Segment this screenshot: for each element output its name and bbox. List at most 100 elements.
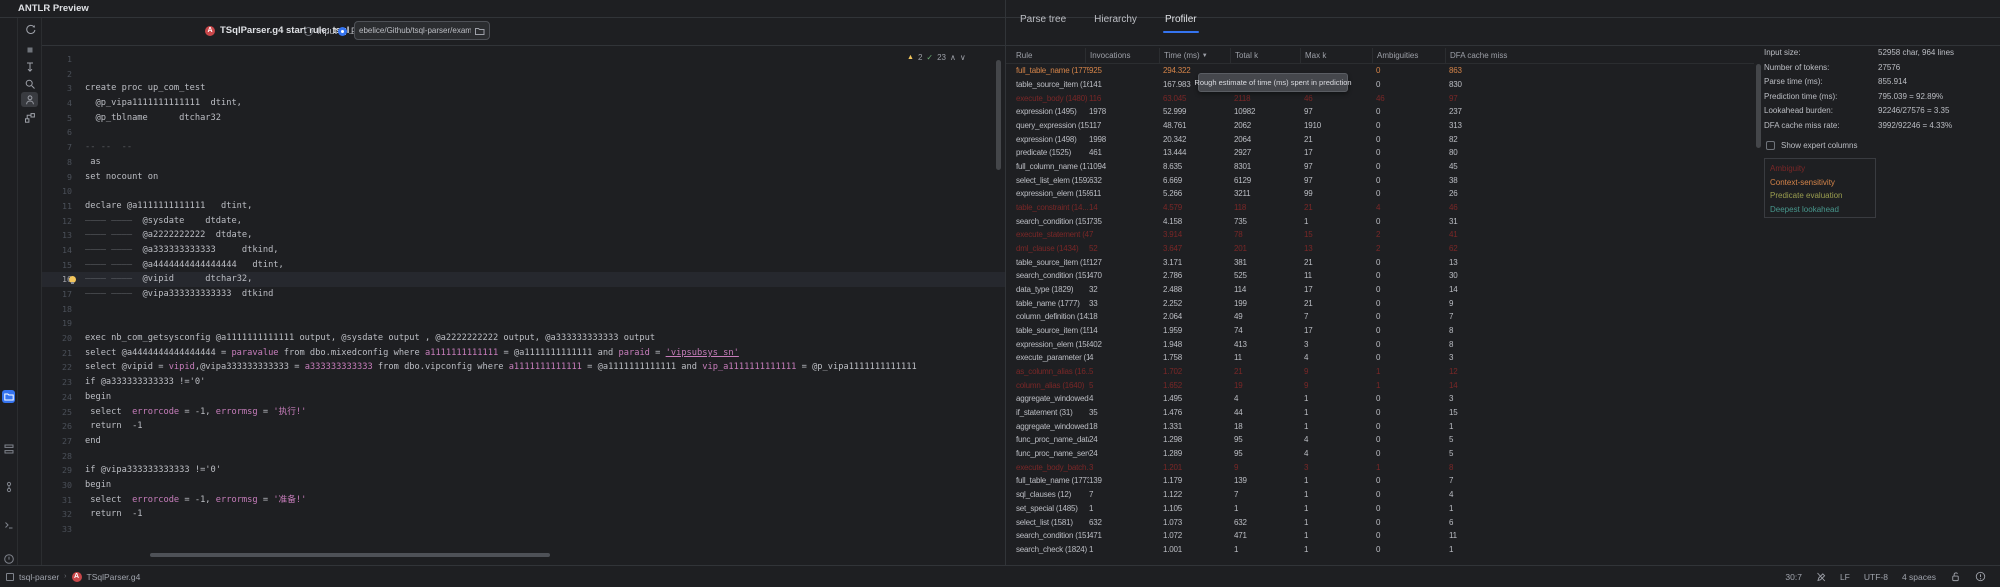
line-ending-selector[interactable]: LF bbox=[1840, 572, 1850, 582]
table-row[interactable]: expression (1498)199820.342206421082 bbox=[1006, 132, 1754, 146]
encoding-selector[interactable]: UTF-8 bbox=[1864, 572, 1888, 582]
next-issue-chevron-icon[interactable]: ∨ bbox=[960, 53, 966, 62]
editor-line[interactable]: 25 select errorcode = -1, errormsg = '执行… bbox=[42, 405, 1005, 420]
editor-line[interactable]: 1 bbox=[42, 52, 1005, 67]
editor-line[interactable]: 16———— ———— @vipid dtchar32, bbox=[42, 272, 1005, 287]
editor-line[interactable]: 8 as bbox=[42, 155, 1005, 170]
editor-vertical-scrollbar[interactable] bbox=[996, 60, 1001, 170]
table-row[interactable]: execute_body (1480)11663.0452118464697 bbox=[1006, 91, 1754, 105]
editor-line[interactable]: 18 bbox=[42, 302, 1005, 317]
editor-line[interactable]: 33 bbox=[42, 522, 1005, 537]
editor-line[interactable]: 10 bbox=[42, 184, 1005, 199]
table-row[interactable]: query_expression (1527)11748.76120621910… bbox=[1006, 119, 1754, 133]
radio-selected-icon[interactable] bbox=[338, 27, 347, 36]
terminal-icon[interactable] bbox=[2, 518, 15, 531]
table-row[interactable]: set_special (1485)11.1051101 bbox=[1006, 502, 1754, 516]
table-row[interactable]: if_statement (31)351.476441015 bbox=[1006, 406, 1754, 420]
table-row[interactable]: predicate (1525)46113.444292717080 bbox=[1006, 146, 1754, 160]
refresh-icon[interactable] bbox=[21, 22, 38, 37]
profiler-table-header[interactable]: RuleInvocationsTime (ms)▼Total kMax kAmb… bbox=[1006, 48, 1754, 64]
expert-columns-checkbox[interactable] bbox=[1766, 141, 1775, 150]
editor-line[interactable]: 19 bbox=[42, 316, 1005, 331]
stop-icon[interactable] bbox=[21, 42, 38, 57]
table-row[interactable]: sql_clauses (12)71.1227104 bbox=[1006, 488, 1754, 502]
project-icon[interactable] bbox=[2, 390, 15, 403]
editor-line[interactable]: 12———— ———— @sysdate dtdate, bbox=[42, 214, 1005, 229]
indent-selector[interactable]: 4 spaces bbox=[1902, 572, 1936, 582]
readonly-pen-icon[interactable] bbox=[1816, 572, 1826, 582]
editor-line[interactable]: 5 @p_tblname dtchar32 bbox=[42, 111, 1005, 126]
column-header[interactable]: Max k bbox=[1300, 48, 1376, 63]
table-vertical-scrollbar[interactable] bbox=[1756, 64, 1761, 148]
editor-line[interactable]: 28 bbox=[42, 449, 1005, 464]
preview-editor[interactable]: 123create proc up_com_test4 @p_vipa11111… bbox=[42, 46, 1005, 565]
column-header[interactable]: Time (ms)▼ bbox=[1159, 48, 1234, 63]
profiler-icon[interactable] bbox=[21, 92, 38, 107]
table-row[interactable]: column_definition (1421)182.06449707 bbox=[1006, 310, 1754, 324]
scroll-to-source-icon[interactable] bbox=[21, 59, 38, 74]
caret-position[interactable]: 30:7 bbox=[1785, 572, 1802, 582]
table-row[interactable]: search_condition (1519)7354.1587351031 bbox=[1006, 214, 1754, 228]
table-row[interactable]: as_column_alias (16...51.702219112 bbox=[1006, 365, 1754, 379]
table-row[interactable]: search_condition (1516)4711.0724711011 bbox=[1006, 529, 1754, 543]
table-row[interactable]: func_proc_name_data...241.29895405 bbox=[1006, 433, 1754, 447]
radio-circle-icon[interactable] bbox=[304, 27, 313, 36]
search-icon[interactable] bbox=[21, 76, 38, 91]
input-radio-label[interactable]: Input bbox=[317, 26, 337, 36]
table-row[interactable]: data_type (1829)322.48811417014 bbox=[1006, 283, 1754, 297]
column-header[interactable]: Ambiguities bbox=[1372, 48, 1449, 63]
editor-line[interactable]: 31 select errorcode = -1, errormsg = '准备… bbox=[42, 493, 1005, 508]
problems-icon[interactable] bbox=[2, 552, 15, 565]
editor-lines[interactable]: 123create proc up_com_test4 @p_vipa11111… bbox=[42, 52, 1005, 537]
editor-line[interactable]: 6 bbox=[42, 125, 1005, 140]
table-row[interactable]: dml_clause (1434)523.64720113262 bbox=[1006, 242, 1754, 256]
column-header[interactable]: Total k bbox=[1230, 48, 1304, 63]
table-row[interactable]: aggregate_windowed...41.4954103 bbox=[1006, 392, 1754, 406]
editor-line[interactable]: 14———— ———— @a333333333333 dtkind, bbox=[42, 243, 1005, 258]
table-row[interactable]: table_source_item (15...1273.17138121013 bbox=[1006, 255, 1754, 269]
editor-horizontal-scrollbar[interactable] bbox=[150, 553, 550, 557]
table-row[interactable]: full_table_name (1775)925294.3220863 bbox=[1006, 64, 1754, 78]
intention-bulb-icon[interactable] bbox=[69, 276, 76, 283]
structure-icon[interactable] bbox=[2, 442, 15, 455]
editor-line[interactable]: 9set nocount on bbox=[42, 170, 1005, 185]
editor-line[interactable]: 2 bbox=[42, 67, 1005, 82]
table-row[interactable]: search_check (1824)11.0011101 bbox=[1006, 543, 1754, 557]
table-row[interactable]: select_list (1581)6321.073632106 bbox=[1006, 515, 1754, 529]
expert-columns-label[interactable]: Show expert columns bbox=[1781, 141, 1857, 150]
profiler-table-body[interactable]: full_table_name (1775)925294.3220863tabl… bbox=[1006, 64, 1754, 565]
editor-line[interactable]: 30begin bbox=[42, 478, 1005, 493]
table-row[interactable]: table_source_item (15...141.959741708 bbox=[1006, 324, 1754, 338]
editor-line[interactable]: 29if @vipa333333333333 !='0' bbox=[42, 463, 1005, 478]
show-expert-columns-row[interactable]: Show expert columns bbox=[1766, 141, 1857, 150]
editor-line[interactable]: 11declare @a1111111111111 dtint, bbox=[42, 199, 1005, 214]
table-row[interactable]: table_source_item (16...141167.9830830 bbox=[1006, 78, 1754, 92]
tab-parse-tree[interactable]: Parse tree bbox=[1020, 14, 1066, 33]
folder-icon[interactable] bbox=[474, 26, 485, 36]
breadcrumb[interactable]: tsql-parser › A TSqlParser.g4 bbox=[0, 572, 1785, 582]
editor-line[interactable]: 32 return -1 bbox=[42, 507, 1005, 522]
ok-count[interactable]: 23 bbox=[937, 53, 946, 62]
editor-line[interactable]: 13———— ———— @a2222222222 dtdate, bbox=[42, 228, 1005, 243]
table-row[interactable]: select_list_elem (1592)6326.669612997038 bbox=[1006, 173, 1754, 187]
editor-line[interactable]: 7-- -- -- bbox=[42, 140, 1005, 155]
table-row[interactable]: execute_parameter (1...41.75811403 bbox=[1006, 351, 1754, 365]
column-header[interactable]: Invocations bbox=[1085, 48, 1163, 63]
hierarchy-icon[interactable] bbox=[21, 110, 38, 125]
table-row[interactable]: full_column_name (17...10948.63583019704… bbox=[1006, 160, 1754, 174]
table-row[interactable]: aggregate_windowed...181.33118101 bbox=[1006, 419, 1754, 433]
unlock-icon[interactable] bbox=[1950, 571, 1961, 582]
table-row[interactable]: table_constraint (14...144.57911821446 bbox=[1006, 201, 1754, 215]
editor-line[interactable]: 22select @vipid = vipid,@vipa33333333333… bbox=[42, 360, 1005, 375]
table-row[interactable]: expression_elem (1590)6115.266321199026 bbox=[1006, 187, 1754, 201]
input-radio[interactable]: Input bbox=[304, 26, 337, 36]
table-row[interactable]: execute_statement (4...73.9147815241 bbox=[1006, 228, 1754, 242]
table-row[interactable]: expression_elem (1589)4021.948413308 bbox=[1006, 337, 1754, 351]
table-row[interactable]: func_proc_name_serv...241.28995405 bbox=[1006, 447, 1754, 461]
breadcrumb-project[interactable]: tsql-parser bbox=[19, 572, 59, 582]
inspections-widget[interactable]: ▲ 2 ✓ 23 ∧ ∨ bbox=[907, 53, 966, 62]
editor-line[interactable]: 21select @a4444444444444444 = paravalue … bbox=[42, 346, 1005, 361]
prev-issue-chevron-icon[interactable]: ∧ bbox=[950, 53, 956, 62]
notifications-icon[interactable] bbox=[1975, 571, 1986, 582]
editor-line[interactable]: 4 @p_vipa1111111111111 dtint, bbox=[42, 96, 1005, 111]
